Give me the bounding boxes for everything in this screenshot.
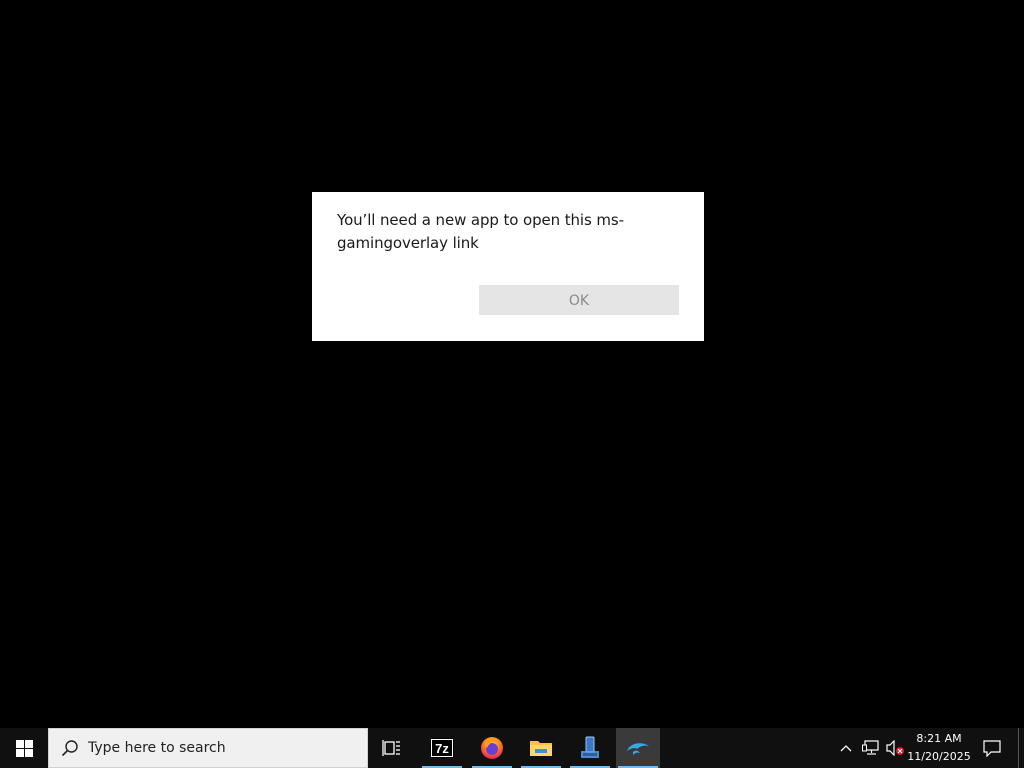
start-button[interactable] bbox=[0, 728, 48, 768]
action-center-button[interactable] bbox=[978, 728, 1006, 768]
task-view-button[interactable] bbox=[370, 728, 414, 768]
dolphin-icon bbox=[627, 743, 649, 755]
clock-time: 8:21 AM bbox=[916, 732, 962, 745]
clock[interactable]: 8:21 AM 11/20/2025 bbox=[906, 730, 972, 766]
show-hidden-icons-button[interactable] bbox=[836, 728, 856, 768]
7zip-label: 7z bbox=[435, 741, 449, 756]
task-view-icon bbox=[382, 740, 400, 756]
ok-button[interactable]: OK bbox=[479, 285, 679, 315]
clock-date: 11/20/2025 bbox=[907, 750, 971, 763]
firefox-icon bbox=[481, 737, 503, 759]
taskbar: Type here to search 7z 8:21 AM 11/20/202… bbox=[0, 728, 1024, 768]
search-placeholder: Type here to search bbox=[88, 740, 226, 756]
notifications-icon bbox=[983, 739, 1001, 757]
search-box[interactable]: Type here to search bbox=[48, 728, 368, 768]
taskbar-app-file-explorer[interactable] bbox=[519, 728, 563, 768]
network-button[interactable] bbox=[860, 728, 882, 768]
search-icon bbox=[61, 740, 78, 757]
app-picker-dialog: You’ll need a new app to open this ms-ga… bbox=[312, 192, 704, 341]
network-icon bbox=[862, 740, 879, 755]
desktop: You’ll need a new app to open this ms-ga… bbox=[0, 0, 1024, 728]
taskbar-app-dolphin[interactable] bbox=[616, 728, 660, 768]
7zip-icon: 7z bbox=[430, 738, 454, 758]
show-desktop-button[interactable] bbox=[1018, 728, 1024, 768]
file-explorer-icon bbox=[530, 741, 552, 756]
taskbar-app-installer[interactable] bbox=[568, 728, 612, 768]
taskbar-app-firefox[interactable] bbox=[470, 728, 514, 768]
windows-logo-icon bbox=[15, 739, 33, 757]
volume-muted-icon bbox=[886, 740, 904, 756]
taskbar-app-7zip[interactable]: 7z bbox=[420, 728, 464, 768]
chevron-up-icon bbox=[840, 745, 852, 752]
installer-icon bbox=[581, 736, 599, 758]
dialog-message: You’ll need a new app to open this ms-ga… bbox=[337, 211, 624, 252]
volume-button[interactable] bbox=[884, 728, 906, 768]
